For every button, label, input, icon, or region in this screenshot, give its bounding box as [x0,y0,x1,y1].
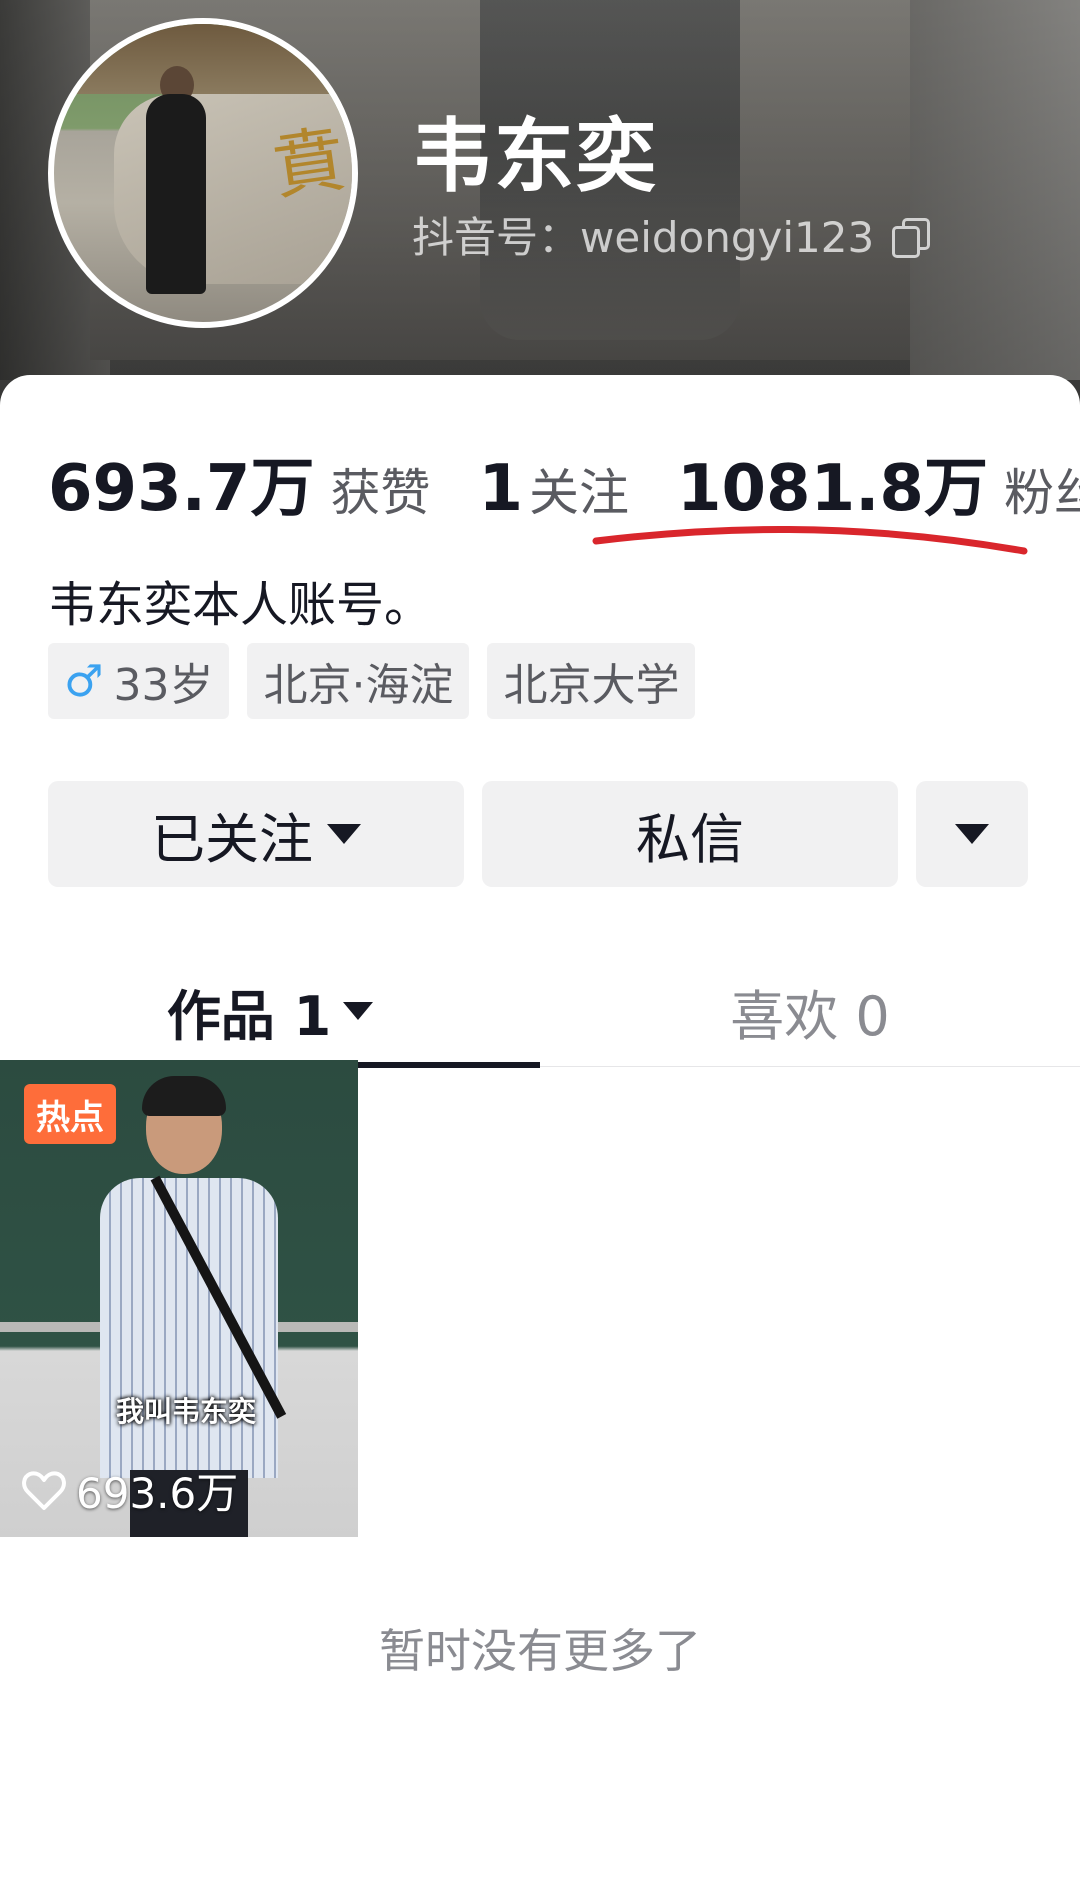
followed-button[interactable]: 已关注 [48,781,464,887]
content-tabs: 作品 1 喜欢 0 [0,955,1080,1068]
red-underline-annotation [592,525,1028,555]
rock-inscription: 賁 [267,116,351,210]
video-like-count: 693.6万 [76,1469,239,1518]
profile-tags: ♂ 33岁 北京·海淀 北京大学 [48,643,696,719]
no-more-text: 暂时没有更多了 [379,1624,701,1678]
tab-works[interactable]: 作品 1 [0,955,540,1067]
avatar[interactable]: 賁 [48,18,358,328]
chevron-down-icon [327,824,361,844]
video-thumbnail[interactable]: 热点 我叫韦东奕 693.6万 [0,1060,358,1537]
followed-button-label: 已关注 [151,807,313,871]
male-icon: ♂ [64,655,104,707]
likes-label: 获赞 [330,464,431,522]
tab-likes-label: 喜欢 0 [730,984,890,1048]
tab-works-label: 作品 1 [166,984,332,1048]
tag-age: ♂ 33岁 [48,643,230,719]
chevron-down-icon [343,1002,374,1020]
following-count[interactable]: 1 [478,452,523,526]
message-button-label: 私信 [636,807,744,871]
tag-school-label: 北京大学 [503,660,680,711]
heart-icon [22,1470,66,1510]
hot-badge: 热点 [24,1084,116,1144]
douyin-id: 抖音号：weidongyi123 [412,213,875,262]
likes-count: 693.7万 [48,452,315,526]
tag-age-label: 33岁 [113,660,214,711]
video-like-count-row: 693.6万 [22,1460,238,1521]
tab-likes[interactable]: 喜欢 0 [540,955,1080,1067]
video-caption: 我叫韦东奕 [116,1395,257,1428]
profile-card: 693.7万 获赞 1 关注 1081.8万 粉丝 韦东奕本人账号。 ♂ 33岁… [0,375,1080,1877]
tag-location[interactable]: 北京·海淀 [247,643,470,719]
tag-location-label: 北京·海淀 [263,660,454,711]
more-options-button[interactable] [916,781,1028,887]
profile-name: 韦东奕 [412,110,658,203]
tag-school[interactable]: 北京大学 [487,643,696,719]
message-button[interactable]: 私信 [482,781,898,887]
bio-text: 韦东奕本人账号。 [48,577,433,633]
action-buttons: 已关注 私信 [48,781,1028,887]
chevron-down-icon [955,824,989,844]
douyin-id-row[interactable]: 抖音号：weidongyi123 [412,204,931,265]
copy-icon[interactable] [892,217,931,258]
